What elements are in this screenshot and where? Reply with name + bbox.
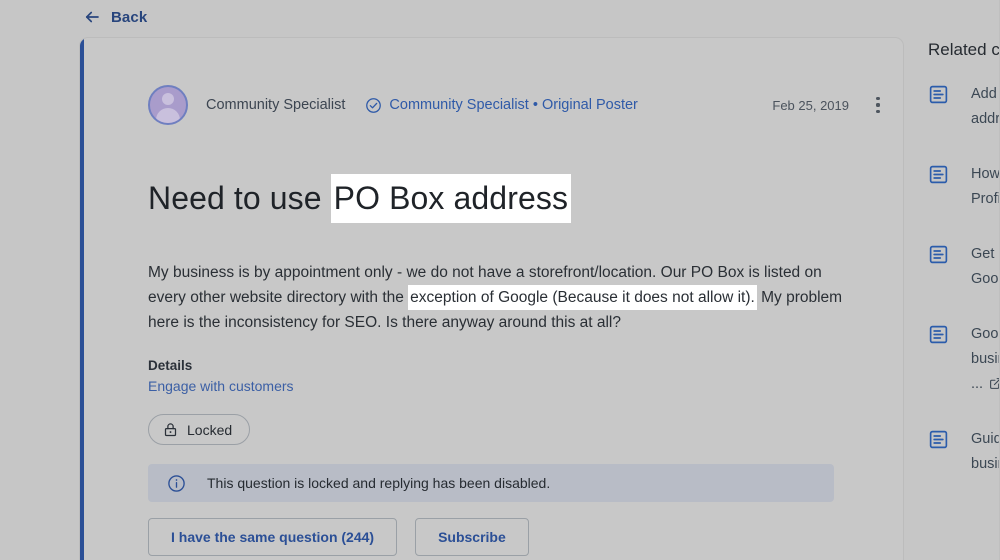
list-item-line1: How xyxy=(971,166,1000,182)
list-item-ellipsis: ... xyxy=(971,376,984,392)
back-label: Back xyxy=(111,8,148,26)
list-item-line2: busin xyxy=(971,351,1000,367)
locked-chip[interactable]: Locked xyxy=(148,414,251,445)
list-item-line2: Profi xyxy=(971,191,1000,207)
list-item-line2: busin xyxy=(971,456,1000,472)
question-body: My business is by appointment only - we … xyxy=(148,260,848,335)
article-icon xyxy=(928,324,949,345)
page-title: Need to use PO Box address xyxy=(148,174,888,223)
arrow-left-icon xyxy=(83,8,101,26)
title-highlight: PO Box address xyxy=(330,174,572,223)
article-icon xyxy=(928,84,949,105)
back-bar: Back xyxy=(0,0,1000,34)
body-highlight: exception of Google (Because it does not… xyxy=(408,285,757,310)
article-icon xyxy=(928,164,949,185)
author-name: Community Specialist xyxy=(206,97,346,113)
same-question-button[interactable]: I have the same question (244) xyxy=(148,518,398,556)
list-item-line2: addr xyxy=(971,111,1000,127)
post-date: Feb 25, 2019 xyxy=(772,97,849,113)
author-row: Community Specialist Community Specialis… xyxy=(148,83,888,127)
related-content-sidebar: Related c Add addr How Profi Get Goo Goo… xyxy=(928,0,1000,560)
article-icon xyxy=(928,429,949,450)
list-item-text: Add addr xyxy=(971,82,1000,132)
author-badge[interactable]: Community Specialist • Original Poster xyxy=(389,97,637,113)
sidebar-list: Add addr How Profi Get Goo Goo busi ... … xyxy=(928,82,1000,507)
locked-banner: This question is locked and replying has… xyxy=(148,464,834,502)
card-accent-bar xyxy=(80,38,84,560)
list-item-line1: Add xyxy=(971,86,997,102)
list-item-text: Get Goog xyxy=(971,242,1000,292)
article-icon xyxy=(928,244,949,265)
action-buttons: I have the same question (244) Subscribe xyxy=(148,518,529,556)
lock-icon xyxy=(163,422,178,437)
list-item-text: How Profi xyxy=(971,162,1000,212)
list-item[interactable]: How Profi xyxy=(928,162,1000,212)
list-item-line1: Guid xyxy=(971,431,1000,447)
list-item[interactable]: Guid busin xyxy=(928,427,1000,477)
page-root: Back Community Specialist Community Spec… xyxy=(0,0,1000,560)
list-item-text: Goog busin ... xyxy=(971,322,1000,397)
list-item-line1: Get xyxy=(971,246,995,262)
list-item-line2: Goog xyxy=(971,271,1000,287)
details-link[interactable]: Engage with customers xyxy=(148,378,294,394)
question-card: Community Specialist Community Specialis… xyxy=(79,37,904,560)
check-circle-icon xyxy=(365,97,382,114)
list-item[interactable]: Get Goog xyxy=(928,242,1000,292)
info-circle-icon xyxy=(167,474,186,493)
avatar xyxy=(148,85,188,125)
kebab-menu-icon[interactable] xyxy=(868,94,888,116)
sidebar-title: Related c xyxy=(928,40,1000,59)
list-item-line1: Goog xyxy=(971,326,1000,342)
subscribe-button[interactable]: Subscribe xyxy=(415,518,529,556)
title-plain: Need to use xyxy=(148,180,331,216)
locked-chip-label: Locked xyxy=(187,421,233,438)
back-button[interactable]: Back xyxy=(83,8,147,26)
locked-banner-text: This question is locked and replying has… xyxy=(207,475,551,491)
details-block: Details Engage with customers xyxy=(148,358,294,394)
list-item[interactable]: Add addr xyxy=(928,82,1000,132)
list-item[interactable]: Goog busin ... xyxy=(928,322,1000,397)
list-item-text: Guid busin xyxy=(971,427,1000,477)
details-label: Details xyxy=(148,358,193,373)
